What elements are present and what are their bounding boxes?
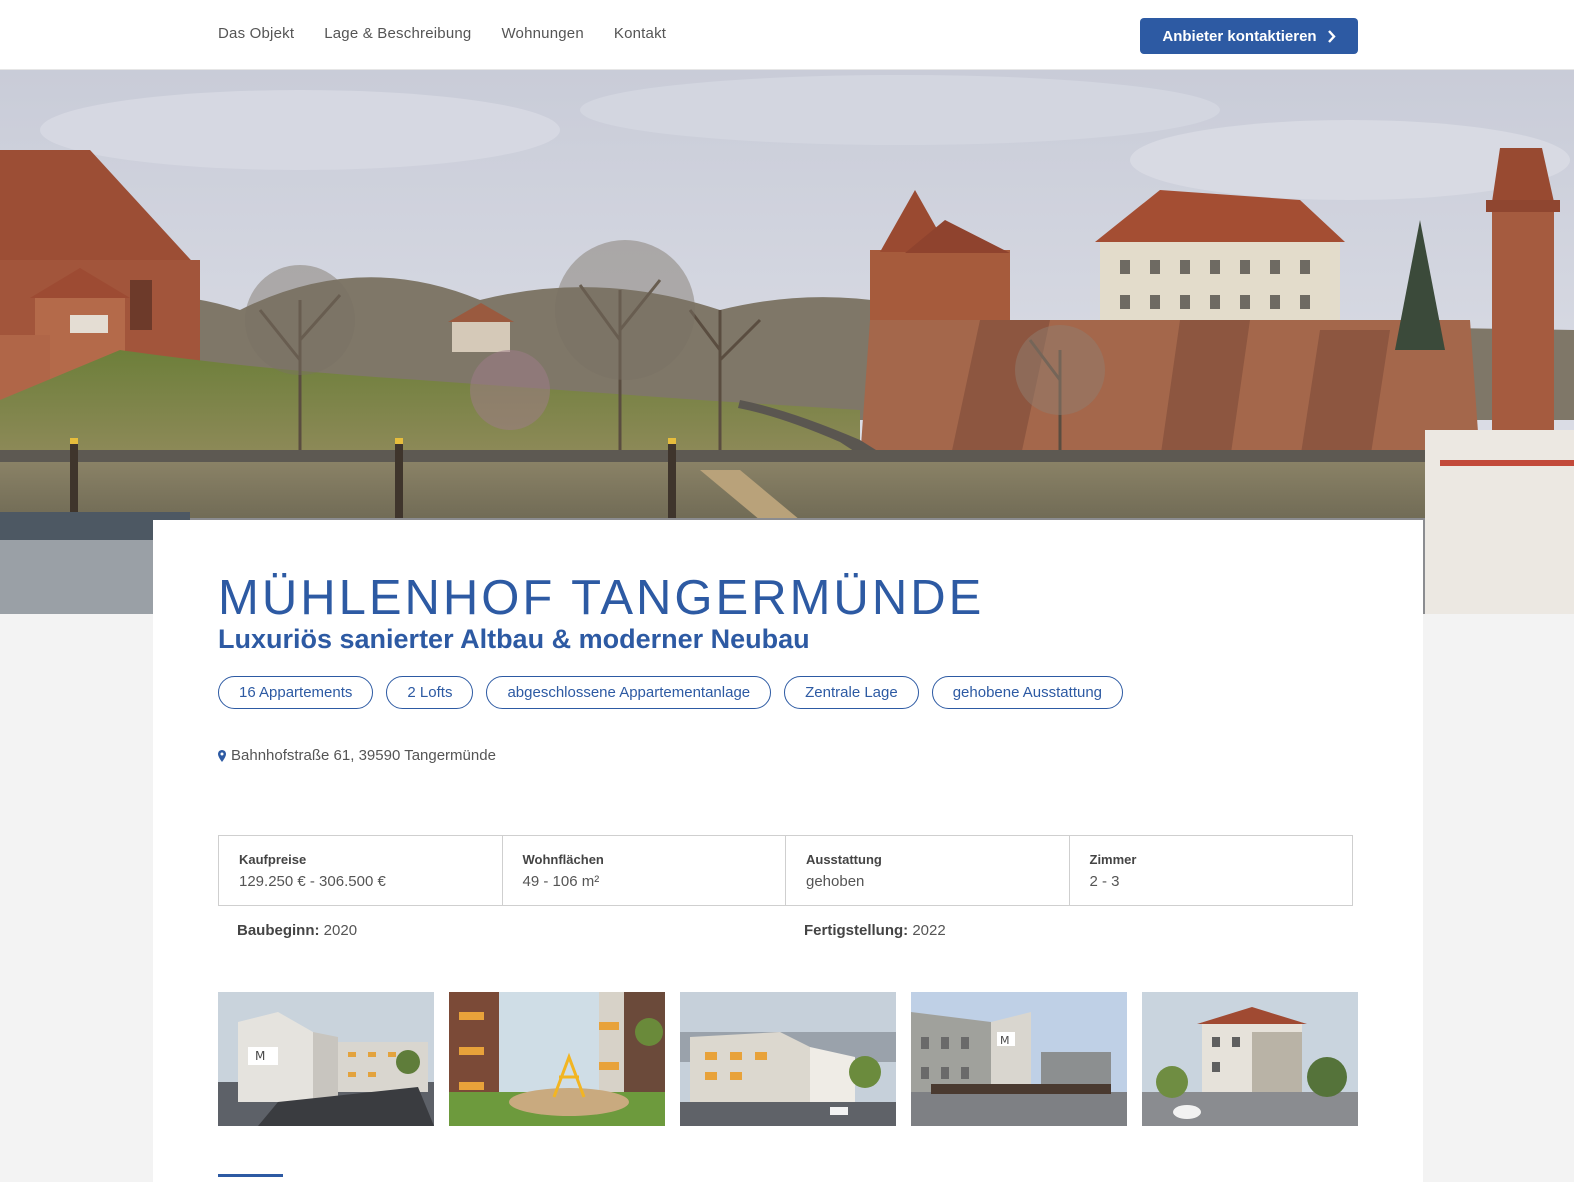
map-pin-icon — [218, 749, 226, 762]
section-divider — [218, 1174, 283, 1177]
gallery-thumbnail[interactable] — [449, 992, 665, 1126]
feature-tags: 16 Appartements 2 Lofts abgeschlossene A… — [218, 676, 1124, 709]
fact-label: Kaufpreise — [239, 852, 307, 867]
property-address: Bahnhofstraße 61, 39590 Tangermünde — [218, 747, 496, 764]
main-nav: Das Objekt Lage & Beschreibung Wohnungen… — [218, 25, 666, 42]
fact-label: Zimmer — [1089, 852, 1137, 867]
fact-zimmer: Zimmer 2 - 3 — [1070, 836, 1353, 905]
gallery-thumbnail[interactable] — [680, 992, 896, 1126]
construction-start: Baubeginn: 2020 — [237, 922, 357, 939]
image-gallery: M M — [218, 992, 1358, 1126]
feature-tag: Zentrale Lage — [784, 676, 919, 709]
key-facts-table: Kaufpreise 129.250 € - 306.500 € Wohnflä… — [218, 835, 1353, 906]
nav-das-objekt[interactable]: Das Objekt — [218, 25, 294, 42]
fact-wohnflaechen: Wohnflächen 49 - 106 m² — [503, 836, 786, 905]
fact-label: Ausstattung — [806, 852, 882, 867]
svg-text:M: M — [255, 1049, 265, 1063]
nav-kontakt[interactable]: Kontakt — [614, 25, 666, 42]
svg-text:M: M — [1000, 1034, 1010, 1047]
feature-tag: abgeschlossene Appartementanlage — [486, 676, 772, 709]
completion-date: Fertigstellung: 2022 — [804, 922, 946, 939]
property-subtitle: Luxuriös sanierter Altbau & moderner Neu… — [218, 624, 810, 654]
fact-value: 49 - 106 m² — [522, 873, 600, 890]
completion-value: 2022 — [912, 922, 946, 939]
feature-tag: gehobene Ausstattung — [931, 676, 1124, 709]
completion-label: Fertigstellung: — [804, 922, 909, 939]
fact-value: gehoben — [806, 873, 865, 890]
construction-start-value: 2020 — [323, 922, 358, 939]
gallery-thumbnail[interactable]: M — [911, 992, 1127, 1126]
fact-value: 129.250 € - 306.500 € — [239, 873, 386, 890]
contact-provider-button[interactable]: Anbieter kontaktieren — [1140, 18, 1358, 54]
fact-value: 2 - 3 — [1089, 873, 1120, 890]
gallery-thumbnail[interactable]: M — [218, 992, 434, 1126]
nav-lage-beschreibung[interactable]: Lage & Beschreibung — [324, 25, 471, 42]
fact-label: Wohnflächen — [522, 852, 604, 867]
contact-provider-label: Anbieter kontaktieren — [1162, 27, 1317, 45]
fact-ausstattung: Ausstattung gehoben — [786, 836, 1070, 905]
property-card: MÜHLENHOF TANGERMÜNDE Luxuriös sanierter… — [153, 520, 1423, 1182]
address-text: Bahnhofstraße 61, 39590 Tangermünde — [231, 747, 496, 764]
feature-tag: 16 Appartements — [218, 676, 374, 709]
property-title: MÜHLENHOF TANGERMÜNDE — [218, 571, 985, 625]
gallery-thumbnail[interactable] — [1142, 992, 1358, 1126]
fact-kaufpreise: Kaufpreise 129.250 € - 306.500 € — [219, 836, 503, 905]
chevron-right-icon — [1327, 29, 1336, 43]
feature-tag: 2 Lofts — [386, 676, 474, 709]
top-navigation-bar: Das Objekt Lage & Beschreibung Wohnungen… — [0, 0, 1574, 70]
construction-start-label: Baubeginn: — [237, 922, 320, 939]
nav-wohnungen[interactable]: Wohnungen — [501, 25, 583, 42]
